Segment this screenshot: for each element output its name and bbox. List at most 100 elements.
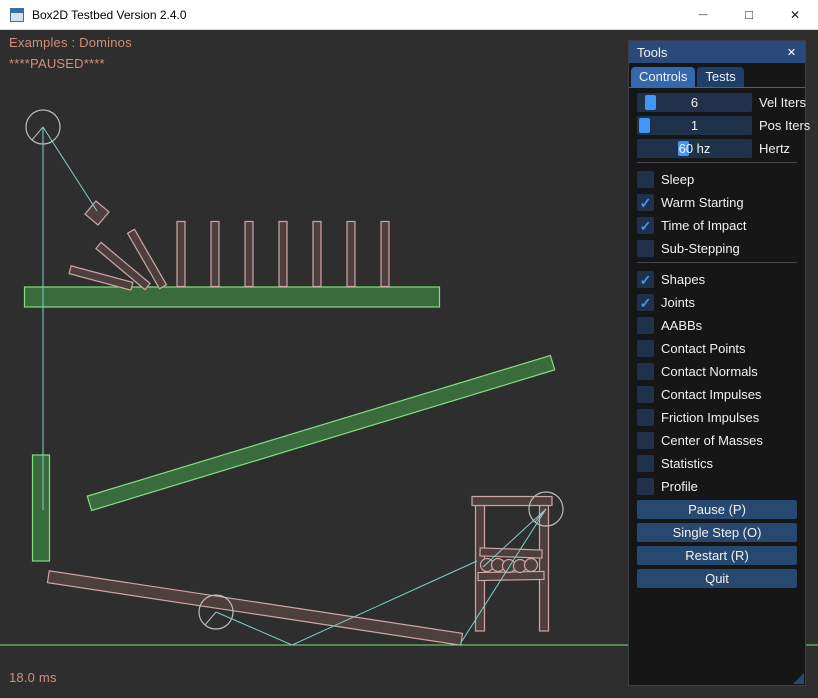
- dynamic-body: [211, 222, 219, 287]
- tools-close-icon[interactable]: ✕: [783, 44, 800, 61]
- slider-vel-iters[interactable]: 6: [637, 93, 752, 112]
- dynamic-body: [245, 222, 253, 287]
- checkbox-friction-impulses[interactable]: Friction Impulses: [637, 408, 797, 427]
- static-body: [87, 355, 554, 510]
- frame-time-label: 18.0 ms: [9, 670, 57, 685]
- checkbox-label: Statistics: [661, 456, 713, 471]
- tools-window: Tools ✕ Controls Tests 6Vel Iters1Pos It…: [628, 40, 806, 686]
- restart-r-button[interactable]: Restart (R): [637, 546, 797, 565]
- check-icon: ✓: [640, 219, 652, 233]
- checkbox-box[interactable]: ✓: [637, 194, 654, 211]
- circle-body: [525, 559, 538, 572]
- checkbox-label: Contact Normals: [661, 364, 758, 379]
- window-controls: — □ ✕: [680, 0, 818, 29]
- tab-controls[interactable]: Controls: [631, 67, 695, 87]
- slider-label: Vel Iters: [759, 95, 806, 110]
- close-button[interactable]: ✕: [772, 0, 818, 29]
- tools-body: 6Vel Iters1Pos Iters60 hzHertz Sleep✓War…: [629, 88, 805, 588]
- checkbox-label: Profile: [661, 479, 698, 494]
- dynamic-body: [381, 222, 389, 287]
- checkbox-label: AABBs: [661, 318, 702, 333]
- checkbox-box[interactable]: ✓: [637, 217, 654, 234]
- checkbox-statistics[interactable]: Statistics: [637, 454, 797, 473]
- checkbox-label: Sleep: [661, 172, 694, 187]
- button-group: Pause (P) Single Step (O) Restart (R) Quit: [637, 500, 797, 588]
- minimize-button[interactable]: —: [680, 0, 726, 29]
- slider-value: 6: [637, 93, 752, 112]
- checkbox-box[interactable]: [637, 171, 654, 188]
- dynamic-body: [313, 222, 321, 287]
- checkbox-label: Warm Starting: [661, 195, 744, 210]
- checkbox-shapes[interactable]: ✓ Shapes: [637, 270, 797, 289]
- slider-hertz[interactable]: 60 hz: [637, 139, 752, 158]
- check-icon: ✓: [640, 196, 652, 210]
- checkbox-label: Contact Points: [661, 341, 746, 356]
- checkbox-box[interactable]: [637, 478, 654, 495]
- checkbox-box[interactable]: [637, 386, 654, 403]
- example-label: Examples : Dominos: [9, 35, 132, 50]
- slider-group: 6Vel Iters 1Pos Iters 60 hz Hertz: [637, 93, 797, 158]
- circle-axis-line: [32, 127, 43, 140]
- checkbox-label: Sub-Stepping: [661, 241, 740, 256]
- slider-row-pos-iters: 1Pos Iters: [637, 116, 797, 135]
- tab-tests[interactable]: Tests: [697, 67, 743, 87]
- dynamic-body: [279, 222, 287, 287]
- checkbox-sleep[interactable]: Sleep: [637, 170, 797, 189]
- maximize-button[interactable]: □: [726, 0, 772, 29]
- dynamic-body: [472, 497, 552, 506]
- check-icon: ✓: [640, 273, 652, 287]
- pause-p-button[interactable]: Pause (P): [637, 500, 797, 519]
- checkbox-profile[interactable]: Profile: [637, 477, 797, 496]
- dynamic-body: [177, 222, 185, 287]
- slider-value: 60 hz: [637, 139, 752, 158]
- checkbox-label: Shapes: [661, 272, 705, 287]
- app-icon: [9, 7, 25, 23]
- checkbox-contact-points[interactable]: Contact Points: [637, 339, 797, 358]
- dynamic-body: [480, 548, 542, 558]
- separator: [637, 162, 797, 163]
- slider-label: Hertz: [759, 141, 790, 156]
- joint-line: [43, 127, 97, 211]
- checkbox-joints[interactable]: ✓ Joints: [637, 293, 797, 312]
- checkbox-box[interactable]: [637, 409, 654, 426]
- checkbox-box[interactable]: ✓: [637, 271, 654, 288]
- minimize-icon: —: [699, 10, 708, 19]
- sim-check-group: Sleep ✓ Warm Starting ✓ Time of Impact Sub-St…: [637, 170, 797, 258]
- circle-axis-line: [205, 612, 216, 625]
- checkbox-warm-starting[interactable]: ✓ Warm Starting: [637, 193, 797, 212]
- paused-label: ****PAUSED****: [9, 56, 105, 71]
- draw-check-group: ✓ Shapes ✓ Joints AABBs Contact Points Contact…: [637, 270, 797, 496]
- checkbox-contact-normals[interactable]: Contact Normals: [637, 362, 797, 381]
- static-body: [33, 455, 50, 561]
- window-titlebar[interactable]: Box2D Testbed Version 2.4.0 — □ ✕: [0, 0, 818, 30]
- tools-title: Tools: [637, 45, 667, 60]
- check-icon: ✓: [640, 296, 652, 310]
- checkbox-center-of-masses[interactable]: Center of Masses: [637, 431, 797, 450]
- checkbox-aabbs[interactable]: AABBs: [637, 316, 797, 335]
- checkbox-label: Contact Impulses: [661, 387, 761, 402]
- checkbox-label: Joints: [661, 295, 695, 310]
- slider-row-vel-iters: 6Vel Iters: [637, 93, 797, 112]
- slider-pos-iters[interactable]: 1: [637, 116, 752, 135]
- close-icon: ✕: [790, 9, 800, 21]
- checkbox-label: Friction Impulses: [661, 410, 759, 425]
- checkbox-label: Time of Impact: [661, 218, 746, 233]
- quit-button[interactable]: Quit: [637, 569, 797, 588]
- checkbox-box[interactable]: [637, 240, 654, 257]
- checkbox-sub-stepping[interactable]: Sub-Stepping: [637, 239, 797, 258]
- static-body: [25, 287, 440, 307]
- slider-value: 1: [637, 116, 752, 135]
- checkbox-time-of-impact[interactable]: ✓ Time of Impact: [637, 216, 797, 235]
- checkbox-box[interactable]: [637, 432, 654, 449]
- checkbox-box[interactable]: [637, 340, 654, 357]
- resize-grip-icon[interactable]: [793, 673, 804, 684]
- checkbox-contact-impulses[interactable]: Contact Impulses: [637, 385, 797, 404]
- dynamic-body: [85, 201, 109, 225]
- checkbox-label: Center of Masses: [661, 433, 763, 448]
- single-step-o-button[interactable]: Single Step (O): [637, 523, 797, 542]
- checkbox-box[interactable]: [637, 317, 654, 334]
- checkbox-box[interactable]: [637, 363, 654, 380]
- checkbox-box[interactable]: [637, 455, 654, 472]
- checkbox-box[interactable]: ✓: [637, 294, 654, 311]
- tools-titlebar[interactable]: Tools ✕: [629, 41, 805, 63]
